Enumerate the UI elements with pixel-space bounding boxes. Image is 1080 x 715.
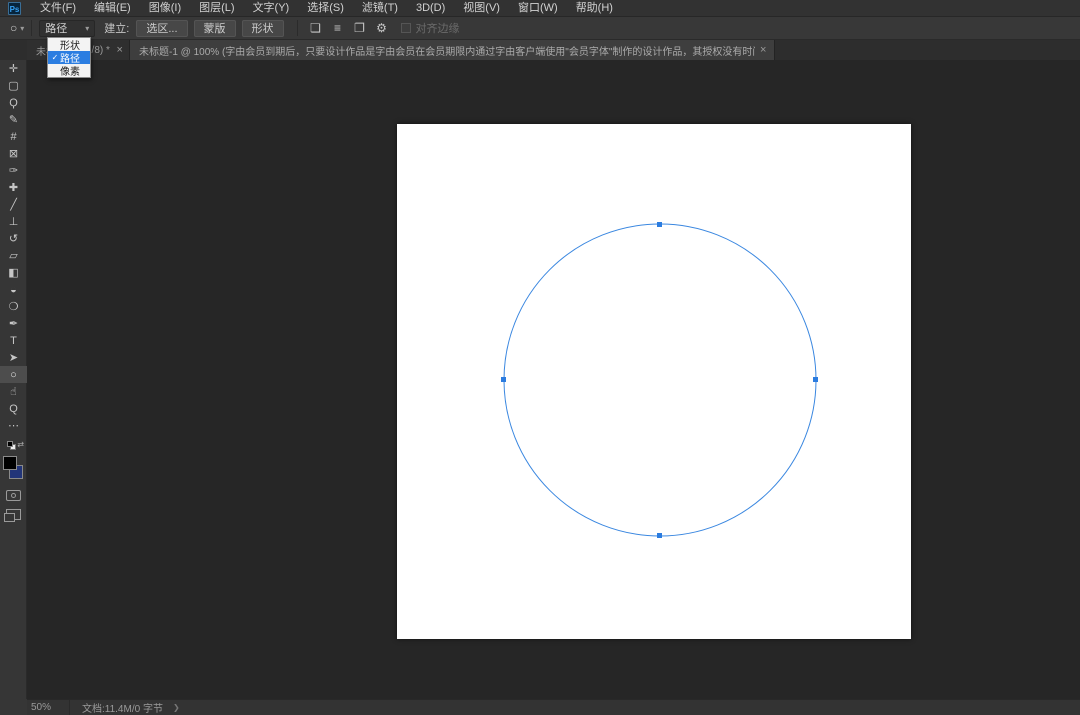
- tab-label: 未标题-1 @ 100% (字由会员到期后，只要设计作品是字由会员在会员期限内通…: [139, 46, 755, 58]
- lasso-tool[interactable]: Ϙ: [0, 94, 27, 111]
- path-arrangement-icon[interactable]: ❐: [349, 19, 371, 37]
- menu-item-help[interactable]: 帮助(H): [567, 0, 622, 17]
- chevron-down-icon: ▾: [85, 23, 90, 33]
- menu-item-file[interactable]: 文件(F): [31, 0, 85, 17]
- document-size-info: 文档:11.4M/0 字节: [82, 704, 163, 715]
- align-edges-option: 对齐边缘: [400, 20, 460, 36]
- brush-tool[interactable]: ╱: [0, 196, 27, 213]
- path-alignment-icon[interactable]: ≡: [327, 19, 349, 37]
- document-tab-active[interactable]: 未标题-1 @ 100% (字由会员到期后，只要设计作品是字由会员在会员期限内通…: [130, 40, 775, 60]
- foreground-color-swatch[interactable]: [3, 456, 17, 470]
- menu-item-filter[interactable]: 滤镜(T): [353, 0, 407, 17]
- swap-colors-icon[interactable]: ⇄: [17, 440, 24, 449]
- gear-icon[interactable]: ⚙: [371, 19, 393, 37]
- menu-item-select[interactable]: 选择(S): [298, 0, 353, 17]
- path-overlay: [501, 222, 818, 538]
- color-swatches: [0, 454, 27, 482]
- make-shape-button[interactable]: 形状: [241, 19, 284, 37]
- healing-brush-tool[interactable]: ✚: [0, 179, 27, 196]
- close-icon[interactable]: ×: [117, 44, 123, 56]
- tool-options-bar: ○ ▾ 路径 ▾ 建立: 选区... 蒙版 形状 ❏ ≡ ❐ ⚙ 对齐边缘: [0, 17, 1080, 40]
- menu-item-edit[interactable]: 编辑(E): [85, 0, 140, 17]
- align-edges-checkbox: [400, 23, 411, 33]
- history-brush-tool[interactable]: ↺: [0, 230, 27, 247]
- anchor-point-top[interactable]: [657, 222, 662, 227]
- statusbar-corner: [0, 699, 27, 715]
- dodge-tool[interactable]: ❍: [0, 298, 27, 315]
- gradient-tool[interactable]: ◧: [0, 264, 27, 281]
- more-tools-icon[interactable]: ⋯: [0, 417, 27, 434]
- divider: [31, 20, 33, 36]
- checkmark-icon: ✓: [51, 53, 59, 62]
- zoom-tool[interactable]: Q: [0, 400, 27, 417]
- make-mask-button[interactable]: 蒙版: [193, 19, 236, 37]
- ellipse-tool-icon: ○: [10, 21, 18, 35]
- anchor-point-bottom[interactable]: [657, 533, 662, 538]
- tool-mode-dropdown[interactable]: 路径 ▾: [39, 19, 96, 37]
- clone-stamp-tool[interactable]: ⊥: [0, 213, 27, 230]
- blur-tool[interactable]: ◒: [0, 281, 27, 298]
- tool-mode-value: 路径: [45, 23, 68, 35]
- pen-tool[interactable]: ✒: [0, 315, 27, 332]
- close-icon[interactable]: ×: [760, 44, 766, 56]
- tool-mode-menu: 形状 ✓ 路径 像素: [47, 37, 91, 78]
- menu-item-label: 像素: [60, 67, 80, 78]
- tool-preset-picker[interactable]: ○ ▾: [10, 21, 24, 35]
- type-tool[interactable]: T: [0, 332, 27, 349]
- path-selection-tool[interactable]: ➤: [0, 349, 27, 366]
- crop-tool[interactable]: #: [0, 128, 27, 145]
- divider: [69, 699, 70, 715]
- divider: [296, 20, 298, 36]
- path-operations-icon[interactable]: ❏: [305, 19, 327, 37]
- menu-item-layer[interactable]: 图层(L): [190, 0, 243, 17]
- make-label: 建立:: [104, 23, 130, 35]
- zoom-level-field[interactable]: 50%: [31, 702, 69, 713]
- canvas-area[interactable]: [27, 60, 1080, 699]
- align-edges-label: 对齐边缘: [415, 23, 460, 35]
- anchor-point-right[interactable]: [813, 377, 818, 382]
- ellipse-path[interactable]: [503, 223, 817, 537]
- hand-tool[interactable]: ☝: [0, 383, 27, 400]
- photoshop-logo-icon: Ps: [8, 1, 21, 15]
- eraser-tool[interactable]: ▱: [0, 247, 27, 264]
- menu-item-pixels[interactable]: 像素: [48, 64, 90, 78]
- marquee-tool[interactable]: ▢: [0, 77, 27, 94]
- frame-tool[interactable]: ⊠: [0, 145, 27, 162]
- photoshop-window: Ps 文件(F) 编辑(E) 图像(I) 图层(L) 文字(Y) 选择(S) 滤…: [0, 0, 1080, 715]
- menu-item-3d[interactable]: 3D(D): [407, 0, 454, 17]
- screen-mode-icon[interactable]: [3, 509, 21, 522]
- status-expander-icon[interactable]: ❯: [173, 703, 180, 712]
- eyedropper-tool[interactable]: ✑: [0, 162, 27, 179]
- document-tab-bar: 未标 %(RGB/8) * × 未标题-1 @ 100% (字由会员到期后，只要…: [0, 40, 1080, 60]
- tools-panel: ✛ ▢ Ϙ ✎ # ⊠ ✑ ✚ ╱ ⊥ ↺ ▱ ◧ ◒ ❍ ✒ T ➤ ○ ☝ …: [0, 60, 27, 715]
- chevron-down-icon: ▾: [20, 23, 25, 33]
- move-tool[interactable]: ✛: [0, 60, 27, 77]
- ellipse-tool[interactable]: ○: [0, 366, 27, 383]
- default-colors-icon[interactable]: [7, 441, 13, 447]
- menu-item-window[interactable]: 窗口(W): [509, 0, 567, 17]
- document-canvas[interactable]: [397, 124, 911, 639]
- make-selection-button[interactable]: 选区...: [136, 19, 188, 37]
- quick-mask-icon[interactable]: [5, 490, 21, 501]
- menu-item-type[interactable]: 文字(Y): [244, 0, 299, 17]
- menu-bar: Ps 文件(F) 编辑(E) 图像(I) 图层(L) 文字(Y) 选择(S) 滤…: [0, 0, 1080, 17]
- menu-item-image[interactable]: 图像(I): [140, 0, 190, 17]
- tabbar-spacer: [0, 40, 27, 60]
- quick-selection-tool[interactable]: ✎: [0, 111, 27, 128]
- menu-item-view[interactable]: 视图(V): [454, 0, 509, 17]
- status-bar: 50% 文档:11.4M/0 字节 ❯: [27, 699, 1080, 715]
- anchor-point-left[interactable]: [501, 377, 506, 382]
